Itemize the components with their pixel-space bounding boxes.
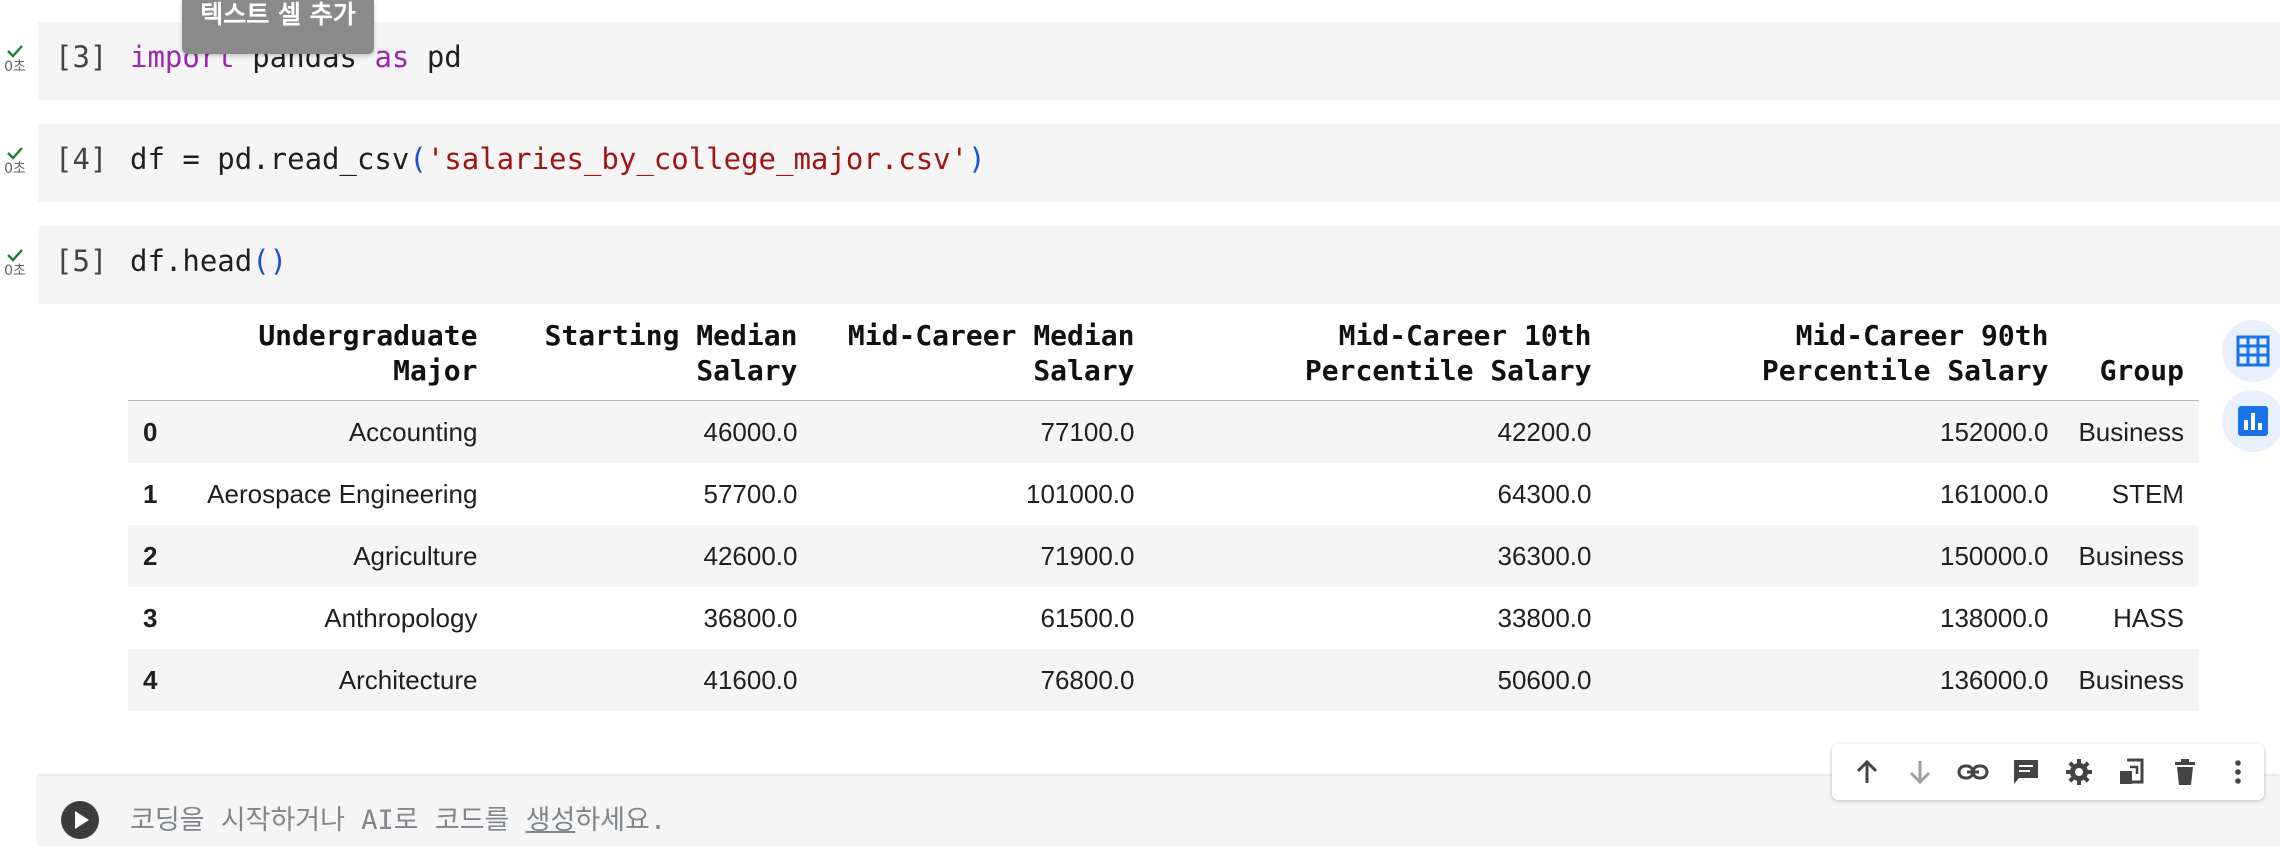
col-header-major: Undergraduate Major xyxy=(172,318,493,401)
placeholder-text: 하세요. xyxy=(575,805,667,836)
paren: ) xyxy=(968,142,986,176)
arrow-down-icon xyxy=(1909,761,1930,785)
code-cell-5[interactable] xyxy=(38,226,2280,304)
cell-major: Agriculture xyxy=(172,525,493,587)
exec-time: 0초 xyxy=(4,161,26,177)
cell-p90: 150000.0 xyxy=(1606,525,2064,587)
cell-major: Anthropology xyxy=(324,602,478,633)
code-line[interactable]: df = pd.read_csv('salaries_by_college_ma… xyxy=(130,142,986,176)
move-cell-down-button[interactable] xyxy=(1893,745,1946,799)
interactive-table-button[interactable] xyxy=(2222,320,2280,382)
more-options-button[interactable] xyxy=(2211,745,2264,799)
cell-settings-button[interactable] xyxy=(2052,745,2105,799)
table-row: 1 Aerospace Engineering 57700.0 101000.0… xyxy=(128,463,2199,525)
cell-p90: 161000.0 xyxy=(1940,478,2049,509)
cell-p90: 152000.0 xyxy=(1606,400,2064,463)
code-placeholder[interactable]: 코딩을 시작하거나 AI로 코드를 생성하세요. xyxy=(130,798,666,837)
row-index: 4 xyxy=(128,649,173,711)
cell-p10: 36300.0 xyxy=(1149,525,1607,587)
header-row: Undergraduate Major Starting Median Salary… xyxy=(128,318,2199,401)
mirror-cell-icon xyxy=(2119,758,2143,784)
exec-time: 0초 xyxy=(4,263,26,279)
code-text: df = pd.read_csv xyxy=(130,142,410,176)
cell-start: 41600.0 xyxy=(492,649,813,711)
cell-group: HASS xyxy=(2113,602,2184,633)
cell-start: 42600.0 xyxy=(492,525,813,587)
dataframe-output: Undergraduate Major Starting Median Salary… xyxy=(128,318,2199,711)
table-row: 0 Accounting 46000.0 77100.0 42200.0 152… xyxy=(128,400,2199,463)
row-index: 2 xyxy=(128,525,173,587)
col-header-p90: Mid-Career 90th Percentile Salary xyxy=(1606,318,2064,401)
exec-time: 0초 xyxy=(4,59,26,75)
cell-start: 46000.0 xyxy=(492,400,813,463)
col-header-start: Starting Median Salary xyxy=(492,318,813,401)
exec-status-4: 0초 xyxy=(0,142,30,176)
delete-cell-button[interactable] xyxy=(2158,745,2211,799)
table-icon xyxy=(2236,335,2270,367)
paren: () xyxy=(252,244,288,278)
add-text-cell-tooltip: 텍스트 셀 추가 xyxy=(182,0,374,54)
cell-major: Architecture xyxy=(172,649,493,711)
cell-prompt: [3] xyxy=(55,40,108,74)
table-row: 2 Agriculture 42600.0 71900.0 36300.0 15… xyxy=(128,525,2199,587)
exec-status-5: 0초 xyxy=(0,244,30,278)
cell-toolbar xyxy=(1832,744,2264,800)
cell-p10: 50600.0 xyxy=(1149,649,1607,711)
run-cell-button[interactable] xyxy=(60,800,100,840)
placeholder-text: 코딩을 시작하거나 AI로 코드를 xyxy=(130,805,526,836)
paren: ( xyxy=(409,142,427,176)
col-header-group: Group xyxy=(2063,318,2199,401)
move-cell-up-button[interactable] xyxy=(1840,745,1893,799)
more-vert-icon xyxy=(2234,760,2241,784)
cell-major: Aerospace Engineering xyxy=(207,478,478,509)
code-text: pd xyxy=(409,40,462,74)
mirror-cell-button[interactable] xyxy=(2105,745,2158,799)
exec-status-3: 0초 xyxy=(0,40,30,74)
code-text: df.head xyxy=(130,244,253,278)
col-header-p10: Mid-Career 10th Percentile Salary xyxy=(1149,318,1607,401)
table-row: 4 Architecture 41600.0 76800.0 50600.0 1… xyxy=(128,649,2199,711)
cell-mid: 61500.0 xyxy=(1040,602,1135,633)
chart-icon xyxy=(2238,406,2268,436)
cell-p10: 64300.0 xyxy=(1497,478,1592,509)
cell-group: Business xyxy=(2063,400,2199,463)
row-index: 1 xyxy=(143,478,158,509)
cell-prompt: [5] xyxy=(55,244,108,278)
cell-group: Business xyxy=(2063,525,2199,587)
cell-p90: 136000.0 xyxy=(1606,649,2064,711)
cell-group: Business xyxy=(2063,649,2199,711)
col-header-mid: Mid-Career Median Salary xyxy=(812,318,1150,401)
link-icon xyxy=(1957,764,1988,780)
index-header xyxy=(128,318,173,401)
gear-icon xyxy=(2065,759,2092,785)
cell-p10: 33800.0 xyxy=(1497,602,1592,633)
suggest-chart-button[interactable] xyxy=(2222,390,2280,452)
cell-start: 36800.0 xyxy=(703,602,798,633)
string-literal: 'salaries_by_college_major.csv' xyxy=(426,142,969,176)
comment-icon xyxy=(2013,760,2038,784)
cell-p90: 138000.0 xyxy=(1940,602,2049,633)
arrow-up-icon xyxy=(1856,759,1877,783)
cell-p10: 42200.0 xyxy=(1149,400,1607,463)
cell-major: Accounting xyxy=(172,400,493,463)
add-comment-button[interactable] xyxy=(1999,745,2052,799)
cell-prompt: [4] xyxy=(55,142,108,176)
cell-start: 57700.0 xyxy=(703,478,798,509)
cell-group: STEM xyxy=(2111,478,2184,509)
row-index: 0 xyxy=(128,400,173,463)
cell-mid: 76800.0 xyxy=(812,649,1150,711)
trash-icon xyxy=(2174,759,2195,785)
row-index: 3 xyxy=(143,602,158,633)
keyword: as xyxy=(374,40,410,74)
cell-mid: 77100.0 xyxy=(812,400,1150,463)
code-line[interactable]: df.head() xyxy=(130,244,287,278)
copy-link-button[interactable] xyxy=(1946,745,1999,799)
cell-mid: 101000.0 xyxy=(1026,478,1135,509)
table-row: 3 Anthropology 36800.0 61500.0 33800.0 1… xyxy=(128,587,2199,649)
cell-mid: 71900.0 xyxy=(812,525,1150,587)
generate-link[interactable]: 생성 xyxy=(526,805,576,836)
